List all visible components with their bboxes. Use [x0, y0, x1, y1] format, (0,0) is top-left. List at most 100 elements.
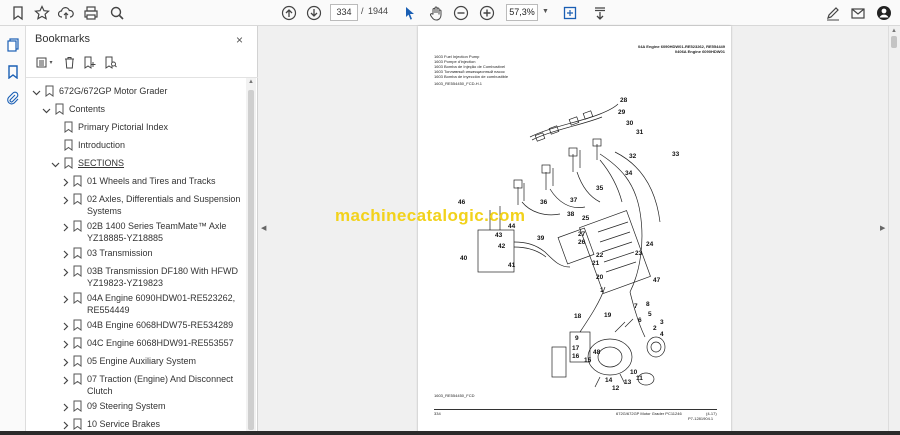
print-icon[interactable] — [81, 3, 101, 23]
total-pages: 1944 — [368, 6, 389, 16]
part-callout-11: 11 — [636, 375, 643, 382]
collapsed-caret-icon[interactable] — [61, 176, 71, 187]
collapse-panel-icon[interactable]: ◀ — [261, 224, 266, 232]
collapsed-caret-icon[interactable] — [61, 266, 71, 277]
bookmark-label[interactable]: Contents — [69, 103, 229, 115]
collapsed-caret-icon[interactable] — [61, 194, 71, 205]
attachment-icon[interactable] — [4, 89, 22, 107]
expanded-caret-icon[interactable] — [51, 158, 61, 168]
part-callout-15: 15 — [584, 357, 592, 364]
bookmark-item[interactable]: 05 Engine Auxiliary System — [26, 355, 246, 367]
bookmark-item[interactable]: Primary Pictorial Index — [26, 121, 246, 133]
bookmark-item[interactable]: 03 Transmission — [26, 247, 246, 259]
collapsed-caret-icon[interactable] — [61, 419, 71, 430]
bookmark-item[interactable]: 10 Service Brakes — [26, 418, 246, 430]
hand-tool-icon[interactable] — [426, 3, 446, 23]
document-scrollbar[interactable] — [888, 26, 900, 435]
bookmark-label[interactable]: 04C Engine 6068HDW91-RE553557 — [87, 337, 246, 349]
bookmark-label[interactable]: 09 Steering System — [87, 400, 246, 412]
bookmark-item[interactable]: 09 Steering System — [26, 400, 246, 412]
bookmark-item[interactable]: 01 Wheels and Tires and Tracks — [26, 175, 246, 187]
part-callout-30: 30 — [626, 120, 634, 127]
bookmark-label[interactable]: 05 Engine Auxiliary System — [87, 355, 246, 367]
new-bookmark-icon[interactable] — [81, 54, 97, 70]
part-callout-22: 22 — [596, 252, 604, 259]
bookmark-label[interactable]: 03B Transmission DF180 With HFWD YZ19823… — [87, 265, 246, 289]
page-ref-code: 1603_RE554450_FCD-H.1 — [434, 81, 483, 86]
collapsed-caret-icon[interactable] — [61, 374, 71, 385]
bookmark-item[interactable]: 04B Engine 6068HDW75-RE534289 — [26, 319, 246, 331]
bookmark-label[interactable]: Introduction — [78, 139, 238, 151]
bookmark-label[interactable]: 03 Transmission — [87, 247, 246, 259]
part-callout-5: 5 — [648, 311, 652, 318]
pages-icon[interactable] — [4, 36, 22, 54]
expanded-caret-icon[interactable] — [32, 86, 42, 96]
zoom-dropdown-icon[interactable]: ▼ — [542, 8, 549, 15]
bookmark-add-icon[interactable] — [8, 3, 28, 23]
page-number-input[interactable]: 334 — [330, 4, 358, 21]
main-toolbar: 334 / 1944 57,3% ▼ — [0, 0, 900, 26]
zoom-out-button[interactable] — [451, 3, 471, 23]
bookmark-item[interactable]: 02B 1400 Series TeamMate™ Axle YZ18885-Y… — [26, 220, 246, 244]
footer-page-number: 334 — [434, 411, 441, 416]
scroll-up-icon[interactable]: ▲ — [891, 28, 897, 34]
bookmark-flag-icon — [73, 418, 83, 430]
part-callout-39: 39 — [537, 235, 545, 242]
expand-panel-icon[interactable]: ▶ — [880, 224, 885, 232]
part-callout-37: 37 — [570, 197, 578, 204]
download-icon[interactable] — [590, 3, 610, 23]
fit-page-icon[interactable] — [560, 3, 580, 23]
bookmark-item[interactable]: 02 Axles, Differentials and Suspension S… — [26, 193, 246, 217]
bookmark-item[interactable]: 03B Transmission DF180 With HFWD YZ19823… — [26, 265, 246, 289]
collapsed-caret-icon[interactable] — [61, 356, 71, 367]
bookmark-label[interactable]: 672G/672GP Motor Grader — [59, 85, 219, 97]
bookmark-label[interactable]: 01 Wheels and Tires and Tracks — [87, 175, 246, 187]
find-bookmark-icon[interactable] — [102, 54, 118, 70]
bookmark-label[interactable]: SECTIONS — [78, 157, 238, 169]
document-scroll-thumb[interactable] — [891, 36, 897, 48]
search-icon[interactable] — [107, 3, 127, 23]
previous-page-button[interactable] — [279, 3, 299, 23]
bookmark-item[interactable]: 07 Traction (Engine) And Disconnect Clut… — [26, 373, 246, 397]
page-separator: / — [361, 6, 364, 16]
account-icon[interactable] — [874, 3, 894, 23]
close-icon[interactable]: × — [236, 33, 243, 47]
collapsed-caret-icon[interactable] — [61, 248, 71, 259]
bookmark-label[interactable]: 07 Traction (Engine) And Disconnect Clut… — [87, 373, 246, 397]
collapsed-caret-icon[interactable] — [61, 221, 71, 232]
watermark-text: machinecatalogic.com — [335, 206, 526, 225]
bookmark-item[interactable]: 04A Engine 6090HDW01-RE523262, RE554449 — [26, 292, 246, 316]
expanded-caret-icon[interactable] — [42, 104, 52, 114]
star-icon[interactable] — [32, 3, 52, 23]
zoom-in-button[interactable] — [477, 3, 497, 23]
collapsed-caret-icon[interactable] — [61, 293, 71, 304]
bookmark-item[interactable]: 04C Engine 6068HDW91-RE553557 — [26, 337, 246, 349]
bookmark-label[interactable]: 02 Axles, Differentials and Suspension S… — [87, 193, 246, 217]
scroll-up-icon[interactable]: ▲ — [248, 79, 254, 85]
bookmark-label[interactable]: 10 Service Brakes — [87, 418, 246, 430]
bookmark-item[interactable]: Introduction — [26, 139, 246, 151]
cloud-upload-icon[interactable] — [56, 3, 76, 23]
bookmark-label[interactable]: 04B Engine 6068HDW75-RE534289 — [87, 319, 246, 331]
bookmark-item[interactable]: Contents — [26, 103, 246, 115]
part-callout-48: 48 — [593, 349, 601, 356]
next-page-button[interactable] — [304, 3, 324, 23]
delete-icon[interactable] — [61, 54, 77, 70]
zoom-level-input[interactable]: 57,3% — [506, 4, 538, 21]
bookmark-item[interactable]: 672G/672GP Motor Grader — [26, 85, 246, 97]
bookmarks-scroll-thumb[interactable] — [248, 90, 254, 430]
bookmark-icon[interactable] — [4, 63, 22, 81]
sign-pen-icon[interactable] — [823, 3, 843, 23]
collapsed-caret-icon[interactable] — [61, 320, 71, 331]
select-cursor-icon[interactable] — [400, 3, 420, 23]
part-callout-13: 13 — [624, 379, 632, 386]
email-icon[interactable] — [848, 3, 868, 23]
options-dropdown-icon[interactable]: ▾ — [47, 54, 55, 70]
bookmark-label[interactable]: 04A Engine 6090HDW01-RE523262, RE554449 — [87, 292, 246, 316]
collapsed-caret-icon[interactable] — [61, 338, 71, 349]
bookmark-label[interactable]: Primary Pictorial Index — [78, 121, 238, 133]
collapsed-caret-icon[interactable] — [61, 401, 71, 412]
bookmark-label[interactable]: 02B 1400 Series TeamMate™ Axle YZ18885-Y… — [87, 220, 246, 244]
part-callout-29: 29 — [618, 109, 626, 116]
bookmark-item[interactable]: SECTIONS — [26, 157, 246, 169]
